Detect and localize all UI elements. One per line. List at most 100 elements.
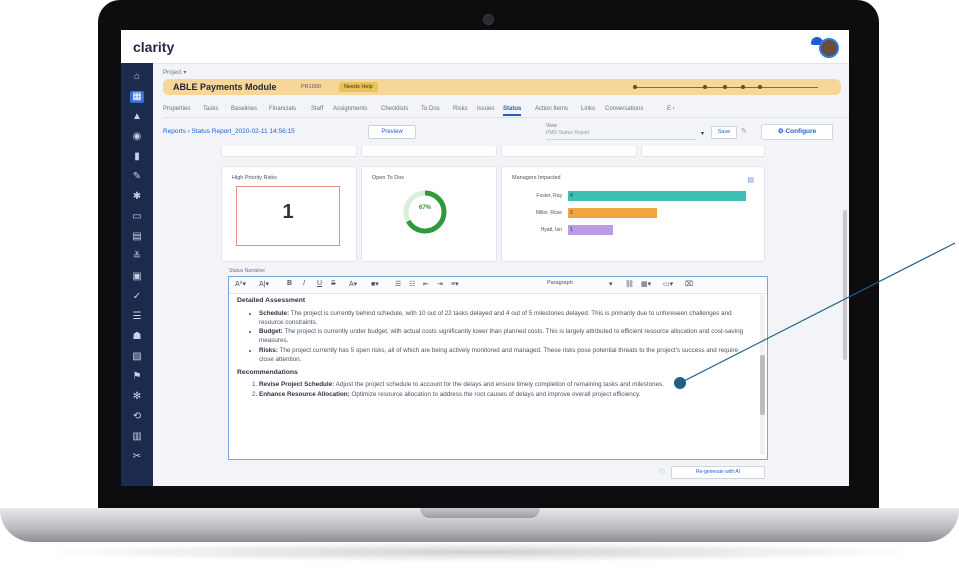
tab-checklists[interactable]: Checklists [381,106,408,112]
bold-icon[interactable]: B [287,280,292,287]
report-breadcrumb[interactable]: Reports › Status Report_2020-02-11 14:56… [163,128,295,135]
tab-baselines[interactable]: Baselines [231,106,257,112]
indent-icon[interactable]: ⇥ [437,280,443,288]
view-label: View [546,123,557,129]
chart-menu-icon[interactable]: ▤ [747,176,754,184]
grid-icon[interactable]: ▦ [130,91,144,103]
tab-issues[interactable]: Issues [477,106,494,112]
home-icon[interactable]: ⌂ [130,71,144,83]
bar[interactable] [568,225,613,235]
tab-conversations[interactable]: Conversations [605,106,643,112]
project-id: PR1000 [301,84,321,90]
laptop-notch [420,508,540,518]
tab-status[interactable]: Status [503,106,522,116]
highlight-icon[interactable]: ■▾ [371,280,379,288]
tab-staff[interactable]: Staff [311,106,323,112]
high-priority-risks-card[interactable]: High Priority Risks 1 [221,166,357,262]
save-icon[interactable]: ▣ [130,271,144,283]
flag-icon[interactable]: ⚑ [130,371,144,383]
view-select[interactable]: PMO Status Report [546,130,696,140]
page-scrollbar[interactable] [843,210,847,360]
link-icon[interactable]: ⛓ [625,280,634,288]
status-narrative-editor[interactable]: A⁰▾ A|▾ B I U S A▾ ■▾ ☰ ☷ ⇤ ⇥ ≡▾ Paragra… [228,276,768,460]
scale-icon[interactable]: ≚ [130,251,144,263]
gear-icon[interactable]: ✱ [130,191,144,203]
media-icon[interactable]: ▭▾ [663,280,673,288]
todo-percent: 67% [418,205,431,211]
numbered-list-icon[interactable]: ☷ [409,280,415,288]
configure-button[interactable]: ⚙ Configure [761,124,833,140]
item-text: The project currently has 5 open risks, … [259,346,739,363]
table-icon[interactable]: ▥ [130,431,144,443]
milestone-dot[interactable] [633,85,637,89]
item-title: Revise Project Schedule: [259,381,335,389]
save-button[interactable]: Save [711,126,737,139]
bar[interactable] [568,191,746,201]
scrollbar-thumb[interactable] [760,355,765,415]
calendar-icon[interactable]: ▤ [130,231,144,243]
avatar[interactable] [819,38,839,58]
table-insert-icon[interactable]: ▦▾ [641,280,651,288]
tools-icon[interactable]: ✂ [130,451,144,463]
open-todos-card[interactable]: Open To Dos 67% [361,166,497,262]
tab-links[interactable]: Links [581,106,595,112]
bar-value-label: 4 [570,193,573,199]
configure-label: Configure [785,128,817,135]
pencil-icon[interactable]: ✎ [741,127,747,135]
bars-icon[interactable]: ▮ [130,151,144,163]
sidebar: ⌂ ▦ ▲ ◉ ▮ ✎ ✱ ▭ ▤ ≚ ▣ ✓ ☰ ☗ ▧ ⚑ ✻ ⟲ ▥ ✂ [121,63,153,486]
list-icon[interactable]: ☰ [130,311,144,323]
regenerate-ai-button[interactable]: Re-generate with AI [671,466,765,479]
editor-scrollbar[interactable] [760,295,765,455]
pin-icon[interactable]: ◉ [130,131,144,143]
tab-tasks[interactable]: Tasks [203,106,218,112]
bullet-list-icon[interactable]: ☰ [395,280,401,288]
milestone-dot[interactable] [758,85,762,89]
breadcrumb[interactable]: Project ▾ [163,69,186,76]
share-icon[interactable]: ⟲ [130,411,144,423]
doc-icon[interactable]: ▧ [130,351,144,363]
milestone-dot[interactable] [723,85,727,89]
tab-action-items[interactable]: Action Items [535,106,568,112]
align-icon[interactable]: ≡▾ [451,280,459,288]
tab-risks[interactable]: Risks [453,106,468,112]
milestone-timeline [633,85,818,89]
font-size-icon[interactable]: A|▾ [259,280,269,288]
clear-format-icon[interactable]: ⌧ [685,280,693,288]
tab-assignments[interactable]: Assignments [333,106,367,112]
chevron-down-icon[interactable]: ▾ [701,130,704,137]
app-screen: clarity ⌂ ▦ ▲ ◉ ▮ ✎ ✱ ▭ ▤ ≚ ▣ ✓ ☰ ☗ ▧ ⚑ … [121,30,849,486]
tab-todos[interactable]: To Dos [421,106,440,112]
tabs-more-button[interactable]: E › [667,106,675,112]
milestone-dot[interactable] [703,85,707,89]
bar-value-label: 1 [570,227,573,233]
preview-button[interactable]: Preview [368,125,416,139]
font-style-icon[interactable]: A⁰▾ [235,280,246,288]
assessment-list: Schedule: The project is currently behin… [237,310,752,365]
managers-impacted-card[interactable]: Managers Impacted ▤ Foster, Ray 4 Miller, … [501,166,765,262]
org-icon[interactable]: ☗ [130,331,144,343]
list-item: Enhance Resource Allocation: Optimize re… [259,391,752,400]
bar[interactable] [568,208,657,218]
milestone-dot[interactable] [741,85,745,89]
editor-content[interactable]: Detailed Assessment Schedule: The projec… [237,297,752,404]
underline-icon[interactable]: U [317,280,322,287]
tab-properties[interactable]: Properties [163,106,190,112]
text-color-icon[interactable]: A▾ [349,280,357,288]
edit-icon[interactable]: ✎ [130,171,144,183]
info-icon[interactable]: ⓘ [659,467,665,476]
tab-financials[interactable]: Financials [269,106,296,112]
list-item: Revise Project Schedule: Adjust the proj… [259,381,752,390]
check-icon[interactable]: ✓ [130,291,144,303]
monitor-icon[interactable]: ▭ [130,211,144,223]
outdent-icon[interactable]: ⇤ [423,280,429,288]
settings-icon[interactable]: ✻ [130,391,144,403]
chevron-down-icon[interactable]: ▾ [609,280,613,288]
project-title: ABLE Payments Module [173,82,277,92]
editor-toolbar: A⁰▾ A|▾ B I U S A▾ ■▾ ☰ ☷ ⇤ ⇥ ≡▾ Paragra… [229,277,767,294]
italic-icon[interactable]: I [303,280,305,287]
strikethrough-icon[interactable]: S [331,280,336,287]
app-logo[interactable]: clarity [133,39,174,55]
chart-icon[interactable]: ▲ [130,111,144,123]
bar-value-label: 2 [570,210,573,216]
